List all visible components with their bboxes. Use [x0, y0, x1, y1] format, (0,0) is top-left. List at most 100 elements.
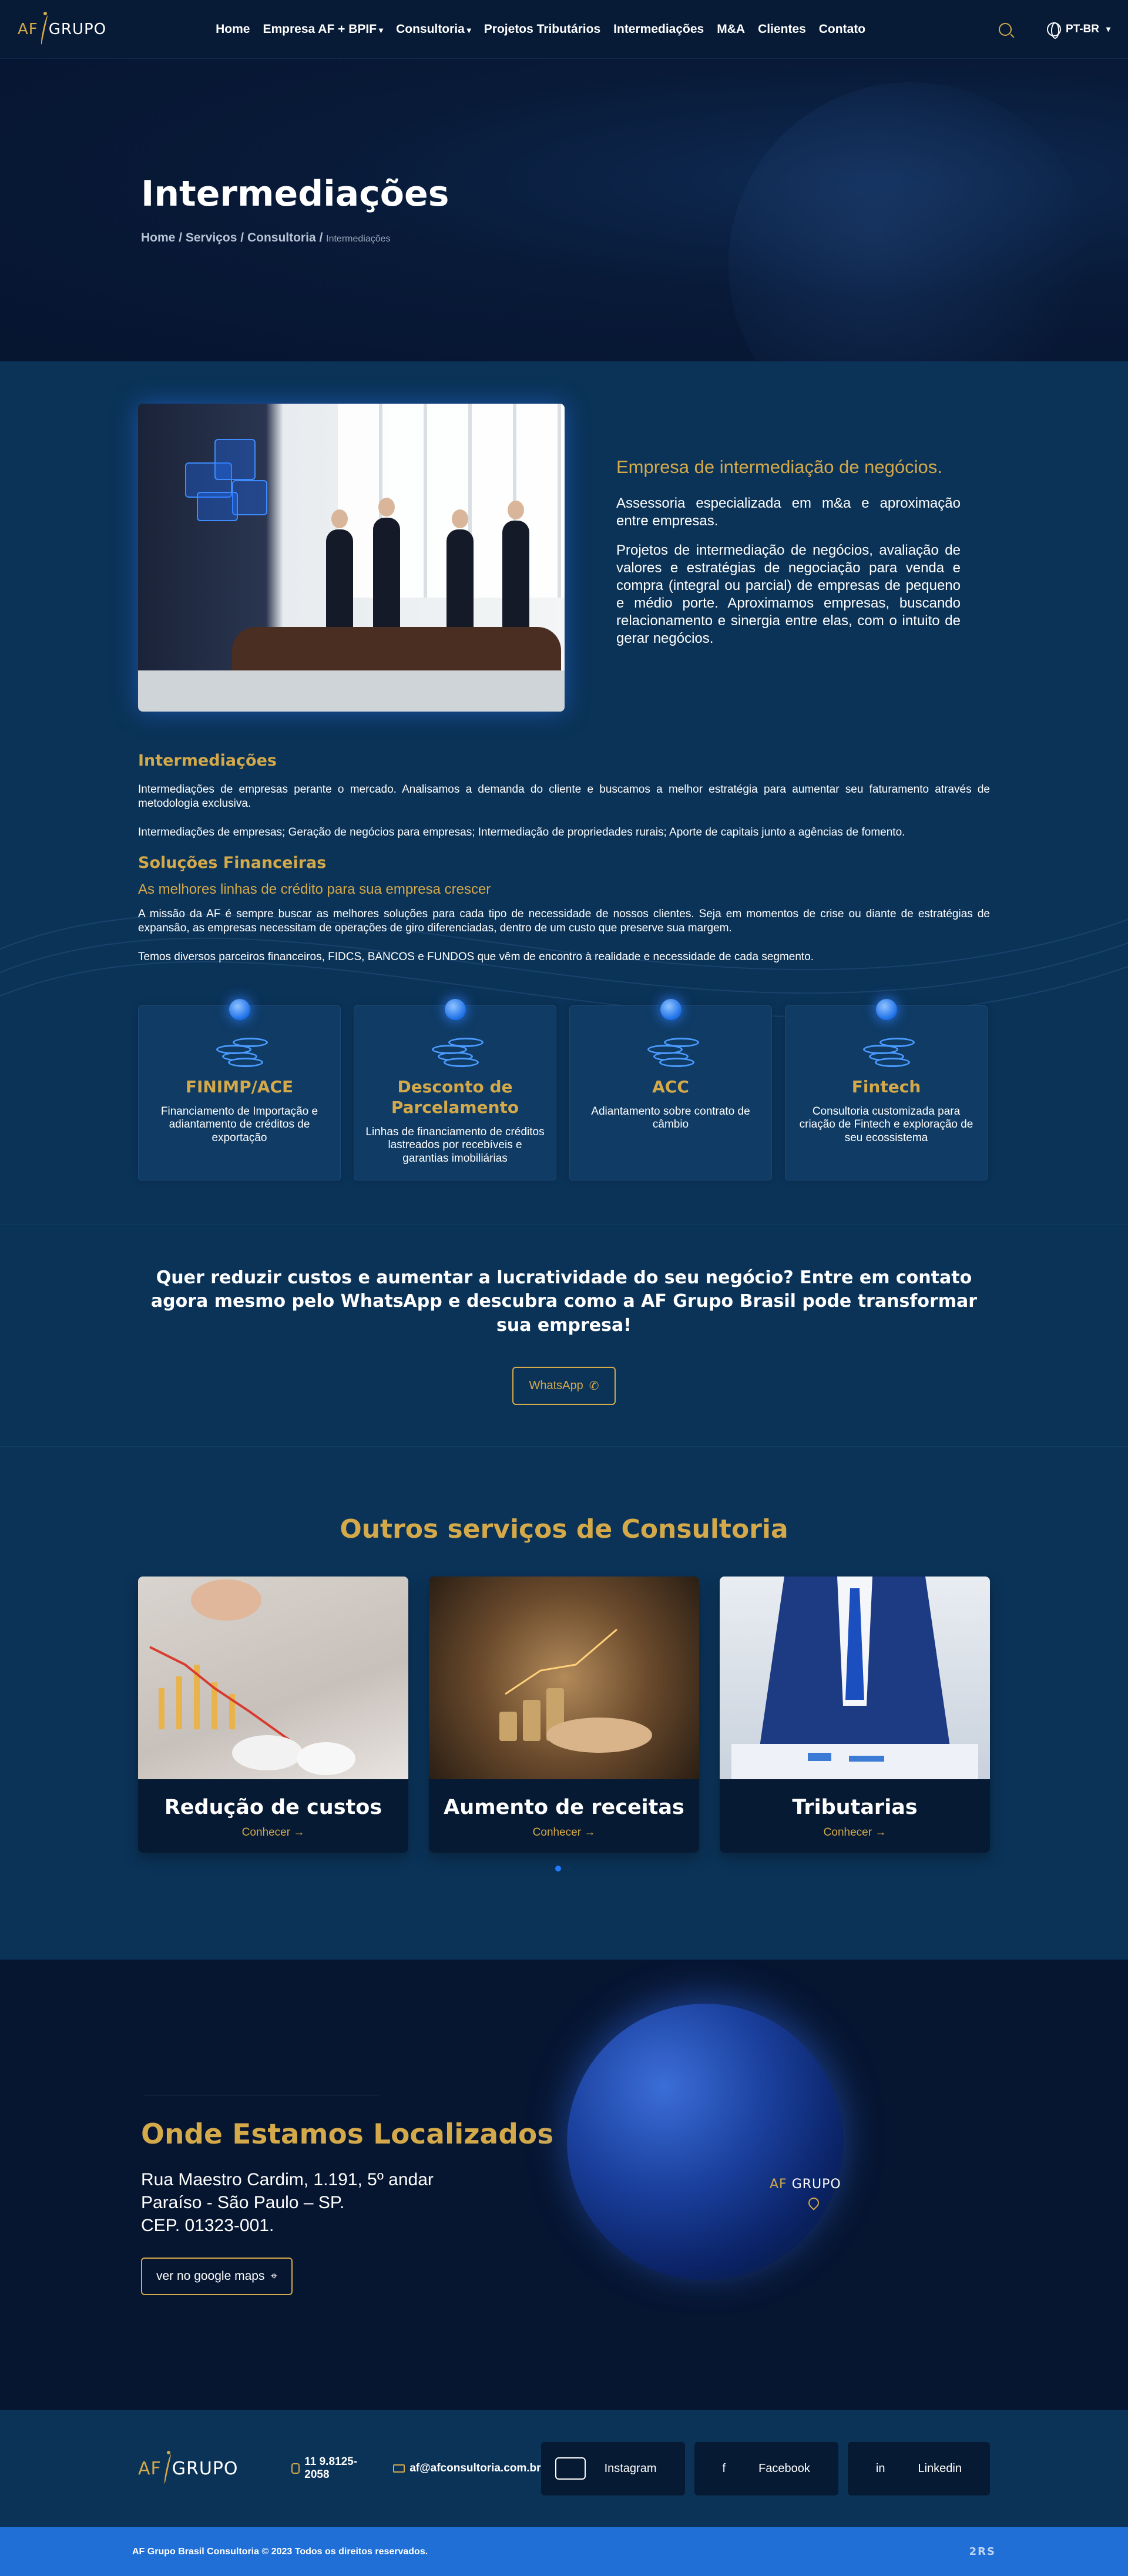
linkedin-button[interactable]: in Linkedin — [847, 2441, 990, 2496]
other-services-title: Outros serviços de Consultoria — [340, 1514, 788, 1545]
address-line-3: CEP. 01323-001. — [141, 2216, 274, 2236]
service-link[interactable]: Conhecer → — [720, 1826, 990, 1839]
card-acc: ACC Adiantamento sobre contrato de câmbi… — [569, 998, 772, 1180]
location-title: Onde Estamos Localizados — [141, 2118, 554, 2151]
whatsapp-icon — [291, 2463, 300, 2474]
intro-paragraph-1: Assessoria especializada em m&a e aproxi… — [616, 495, 961, 529]
nav-item-clientes[interactable]: Clientes — [758, 22, 806, 36]
service-cards: FINIMP/ACE Financiamento de Importação e… — [138, 998, 990, 1225]
service-link[interactable]: Conhecer → — [429, 1826, 699, 1839]
carousel-dots — [0, 1866, 1128, 1872]
nav-item-empresa[interactable]: Empresa AF + BPIF ▾ — [263, 22, 384, 36]
solucoes-paragraph-2: Temos diversos parceiros financeiros, FI… — [138, 950, 814, 963]
footer-phone[interactable]: 11 9.8125-2058 — [291, 2456, 364, 2481]
card-text: Adiantamento sobre contrato de câmbio — [591, 1105, 750, 1131]
chevron-down-icon: ▾ — [466, 25, 471, 35]
service-link[interactable]: Conhecer → — [138, 1826, 408, 1839]
service-title: Tributarias — [792, 1796, 918, 1820]
service-card-aumento[interactable]: Aumento de receitas Conhecer → — [429, 1577, 699, 1853]
content-section: Empresa de intermediação de negócios. As… — [0, 361, 1128, 1960]
footer-logo-af: AF — [138, 2458, 162, 2479]
intermediacoes-heading: Intermediações — [138, 752, 277, 770]
service-card-tributarias[interactable]: Tributarias Conhecer → — [720, 1577, 990, 1853]
whatsapp-cta: Quer reduzir custos e aumentar a lucrati… — [0, 1224, 1128, 1447]
breadcrumb-home[interactable]: Home — [141, 231, 175, 244]
card-title: Fintech — [851, 1076, 921, 1096]
facebook-button[interactable]: f Facebook — [694, 2441, 838, 2496]
logo-grupo: GRUPO — [48, 20, 107, 38]
nav-item-intermediacoes[interactable]: Intermediações — [613, 22, 704, 36]
chevron-down-icon: ▾ — [379, 25, 384, 35]
intermediacoes-paragraph-1: Intermediações de empresas perante o mer… — [138, 783, 990, 810]
carousel-dot-1[interactable] — [555, 1866, 561, 1872]
card-text: Financiamento de Importação e adiantamen… — [160, 1105, 318, 1145]
location-section: Onde Estamos Localizados Rua Maestro Car… — [0, 1960, 1128, 2410]
page-title: Intermediações — [141, 173, 449, 214]
card-finimp: FINIMP/ACE Financiamento de Importação e… — [138, 998, 341, 1180]
logo-af: AF — [18, 20, 38, 38]
search-icon[interactable] — [998, 22, 1012, 36]
service-link-label: Conhecer — [241, 1826, 291, 1839]
hero-banner: Intermediações Home / Serviços / Consult… — [0, 59, 1128, 361]
service-title: Redução de custos — [164, 1796, 382, 1820]
card-text: Linhas de financiamento de créditos last… — [365, 1125, 545, 1165]
nav-right: PT-BR ▾ — [998, 22, 1110, 39]
service-link-label: Conhecer — [823, 1826, 872, 1839]
footer-contact: 11 9.8125-2058 af@afconsultoria.com.br — [291, 2456, 541, 2481]
logo-mark-icon — [39, 11, 48, 47]
whatsapp-button[interactable]: WhatsApp ✆ — [512, 1367, 616, 1406]
google-maps-button[interactable]: ver no google maps ⌖ — [141, 2258, 293, 2296]
arrow-right-icon: → — [584, 1826, 596, 1839]
card-title: ACC — [652, 1076, 689, 1096]
linkedin-label: Linkedin — [904, 2451, 976, 2486]
solucoes-heading: Soluções Financeiras — [138, 854, 327, 873]
developer-badge[interactable]: 2RS — [969, 2545, 996, 2558]
linkedin-icon: in — [861, 2451, 899, 2486]
cost-reduction-image — [138, 1577, 408, 1780]
address-line-2: Paraíso - São Paulo – SP. — [141, 2193, 345, 2213]
nav-item-ma[interactable]: M&A — [717, 22, 745, 36]
coins-icon — [857, 1034, 916, 1068]
globe-logo-af: AF — [770, 2177, 787, 2192]
solucoes-subheading: As melhores linhas de crédito para sua e… — [138, 881, 491, 898]
breadcrumb-consultoria[interactable]: Consultoria — [247, 231, 316, 244]
main-menu: Home Empresa AF + BPIF ▾ Consultoria ▾ Pro… — [216, 22, 865, 36]
coins-icon — [642, 1034, 700, 1068]
footer-logo-grupo: GRUPO — [172, 2458, 239, 2479]
card-fintech: Fintech Consultoria customizada para cri… — [785, 998, 988, 1180]
email-address: af@afconsultoria.com.br — [409, 2462, 541, 2475]
phone-number: 11 9.8125-2058 — [304, 2456, 358, 2481]
logo[interactable]: AF GRUPO — [18, 11, 107, 47]
nav-item-empresa-label: Empresa AF + BPIF — [263, 22, 377, 36]
tax-image — [720, 1577, 990, 1780]
service-link-label: Conhecer — [532, 1826, 582, 1839]
service-card-reducao[interactable]: Redução de custos Conhecer → — [138, 1577, 408, 1853]
nav-item-consultoria[interactable]: Consultoria ▾ — [396, 22, 471, 36]
map-pin-icon: ⌖ — [270, 2269, 278, 2283]
globe-icon — [1046, 22, 1061, 39]
business-meeting-image — [138, 404, 565, 712]
nav-item-projetos[interactable]: Projetos Tributários — [484, 22, 600, 36]
card-title: Desconto de Parcelamento — [391, 1076, 519, 1117]
nav-item-contato[interactable]: Contato — [819, 22, 865, 36]
language-selector[interactable]: PT-BR ▾ — [1046, 22, 1110, 39]
intermediacoes-paragraph-2: Intermediações de empresas; Geração de n… — [138, 826, 905, 838]
footer-email[interactable]: af@afconsultoria.com.br — [393, 2456, 541, 2481]
breadcrumb-servicos[interactable]: Serviços — [186, 231, 237, 244]
nav-item-home[interactable]: Home — [216, 22, 250, 36]
instagram-button[interactable]: Instagram — [540, 2441, 685, 2496]
footer-logo[interactable]: AF GRUPO — [138, 2451, 239, 2486]
service-title: Aumento de receitas — [444, 1796, 684, 1820]
instagram-icon — [555, 2457, 586, 2480]
coins-icon — [210, 1034, 269, 1068]
intro-paragraph-2: Projetos de intermediação de negócios, a… — [616, 542, 961, 646]
social-links: Instagram f Facebook in Linkedin — [540, 2441, 990, 2496]
card-desconto: Desconto de Parcelamento Linhas de finan… — [354, 998, 556, 1180]
address-line-1: Rua Maestro Cardim, 1.191, 5º andar — [141, 2170, 434, 2190]
facebook-icon: f — [708, 2451, 740, 2486]
carousel-dot-2[interactable] — [567, 1866, 573, 1872]
language-label: PT-BR — [1065, 22, 1099, 35]
instagram-label: Instagram — [590, 2451, 671, 2486]
cta-text: Quer reduzir custos e aumentar a lucrati… — [150, 1267, 978, 1336]
globe-logo-grupo: GRUPO — [791, 2177, 841, 2192]
